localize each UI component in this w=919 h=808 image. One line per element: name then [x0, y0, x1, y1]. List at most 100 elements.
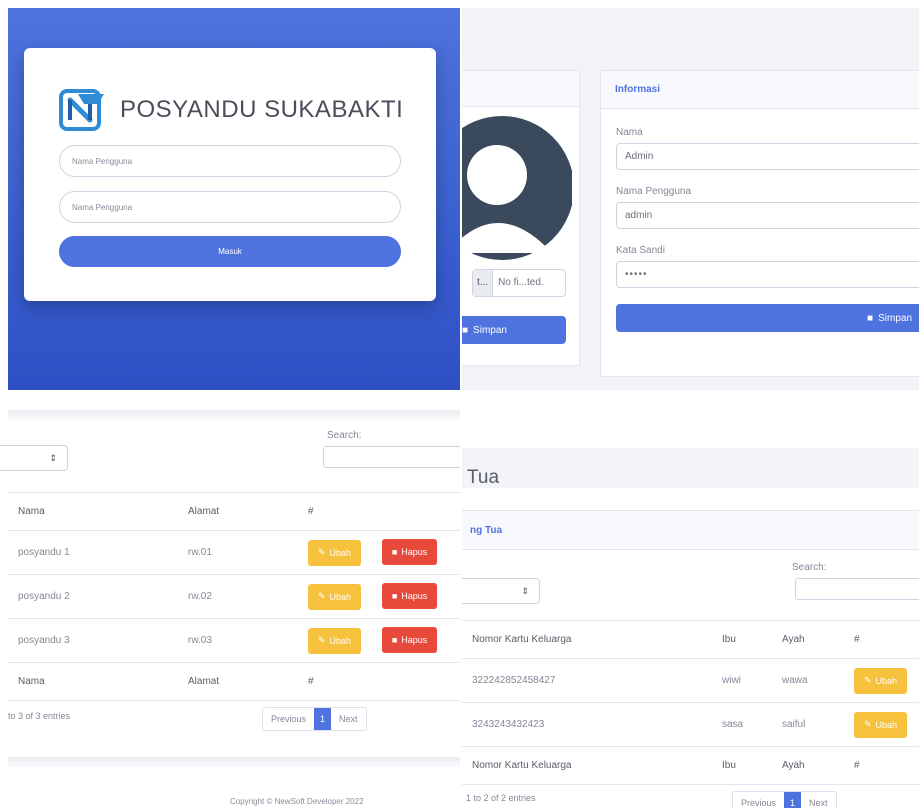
pager-previous[interactable]: Previous [263, 708, 314, 730]
pagination: Previous 1 Next [262, 707, 367, 731]
pager-next[interactable]: Next [801, 792, 836, 808]
avatar-save-button[interactable]: ■ Simpan [462, 316, 566, 344]
save-icon: ■ [462, 324, 469, 336]
cell-actions: ✎ Ubah [844, 658, 919, 703]
username-field[interactable]: admin [616, 202, 919, 229]
avatar-save-label: Simpan [473, 324, 507, 336]
table-row: 3243243432423 sasa saiful ✎ Ubah [462, 702, 919, 747]
search-input[interactable] [323, 446, 460, 468]
edit-button[interactable]: ✎ Ubah [854, 667, 908, 694]
entries-info: 1 to 2 of 2 entries [466, 793, 536, 803]
save-icon: ■ [867, 312, 874, 324]
pager-previous[interactable]: Previous [733, 792, 784, 808]
column-footer: Alamat [178, 662, 298, 701]
cell-actions: ✎ Ubah ■ Hapus [298, 618, 460, 663]
edit-label: Ubah [875, 675, 898, 686]
info-save-button[interactable]: ■ Simpan [616, 304, 919, 332]
search-label: Search: [327, 430, 362, 441]
edit-button[interactable]: ✎ Ubah [854, 711, 908, 738]
password-field[interactable]: ••••• [616, 261, 919, 288]
file-picker[interactable]: t... No fi...ted. [472, 269, 566, 297]
profile-panel: t... No fi...ted. ■ Simpan Informasi Nam… [462, 8, 919, 390]
password-input[interactable] [59, 191, 401, 223]
page-heading-bar [462, 448, 919, 488]
delete-button[interactable]: ■ Hapus [381, 583, 438, 610]
edit-label: Ubah [329, 547, 352, 558]
column-footer: # [844, 746, 919, 785]
pager-next[interactable]: Next [331, 708, 366, 730]
table-row: posyandu 2 rw.02 ✎ Ubah ■ Hapus [8, 574, 460, 619]
column-footer: Nomor Kartu Keluarga [462, 746, 712, 785]
column-header: # [298, 492, 460, 531]
username-label: Nama Pengguna [616, 186, 692, 197]
column-header: # [844, 620, 919, 659]
delete-button[interactable]: ■ Hapus [381, 627, 438, 654]
delete-label: Hapus [401, 635, 428, 646]
table-header-row: Nomor Kartu Keluarga Ibu Ayah # [462, 620, 919, 659]
column-footer: Ibu [712, 746, 772, 785]
search-input[interactable] [795, 578, 919, 600]
select-arrows-icon: ⇕ [49, 452, 57, 463]
file-name-label: No fi...ted. [498, 277, 544, 288]
trash-icon: ■ [391, 547, 398, 558]
column-header[interactable]: Ibu [712, 620, 772, 659]
cell-kk: 322242852458427 [462, 658, 712, 703]
top-divider [8, 410, 460, 420]
ortu-table-panel: Tua ng Tua ⇕ Search: Nomor Kartu Keluarg… [462, 400, 919, 808]
cell-ayah: saiful [772, 702, 844, 747]
column-header[interactable]: Nama [8, 492, 178, 531]
table-footer-row: Nomor Kartu Keluarga Ibu Ayah # [462, 746, 919, 785]
delete-button[interactable]: ■ Hapus [381, 539, 438, 566]
delete-label: Hapus [401, 591, 428, 602]
edit-button[interactable]: ✎ Ubah [308, 539, 362, 566]
edit-label: Ubah [875, 719, 898, 730]
column-header[interactable]: Nomor Kartu Keluarga [462, 620, 712, 659]
table-footer-row: Nama Alamat # [8, 662, 460, 701]
username-input[interactable] [59, 145, 401, 177]
brand-title: POSYANDU SUKABAKTI [120, 96, 404, 123]
cell-actions: ✎ Ubah [844, 702, 919, 747]
column-header[interactable]: Ayah [772, 620, 844, 659]
cell-kk: 3243243432423 [462, 702, 712, 747]
login-card: POSYANDU SUKABAKTI Masuk [24, 48, 436, 301]
column-footer: Ayah [772, 746, 844, 785]
entries-length-select[interactable]: ⇕ [0, 445, 68, 471]
entries-length-select[interactable]: ⇕ [462, 578, 540, 604]
cell-alamat: rw.02 [178, 574, 298, 619]
posyandu-table: Nama Alamat # posyandu 1 rw.01 ✎ Ubah ■ Ha… [8, 492, 460, 701]
cell-ayah: wawa [772, 658, 844, 703]
cell-ibu: wiwi [712, 658, 772, 703]
name-input[interactable]: Admin [616, 143, 919, 170]
column-header[interactable]: Alamat [178, 492, 298, 531]
edit-button[interactable]: ✎ Ubah [308, 583, 362, 610]
avatar-card-header [462, 71, 579, 107]
card-title: ng Tua [462, 510, 919, 550]
ortu-table: Nomor Kartu Keluarga Ibu Ayah # 32224285… [462, 620, 919, 785]
pager-page-1[interactable]: 1 [314, 708, 332, 730]
edit-button[interactable]: ✎ Ubah [308, 627, 362, 654]
login-button[interactable]: Masuk [59, 236, 401, 267]
pagination: Previous 1 Next [732, 791, 837, 808]
pager-page-1[interactable]: 1 [784, 792, 802, 808]
login-panel: POSYANDU SUKABAKTI Masuk [8, 8, 460, 390]
entries-info: to 3 of 3 entries [8, 711, 71, 721]
cell-alamat: rw.01 [178, 530, 298, 575]
info-save-label: Simpan [878, 312, 912, 324]
avatar-card: t... No fi...ted. ■ Simpan [462, 70, 580, 366]
select-arrows-icon: ⇕ [521, 585, 529, 596]
file-choose-button[interactable]: t... [473, 270, 494, 296]
copyright: Copyright © NewSoft Developer 2022 [230, 797, 364, 806]
cell-alamat: rw.03 [178, 618, 298, 663]
edit-icon: ✎ [864, 675, 872, 685]
edit-label: Ubah [329, 635, 352, 646]
edit-label: Ubah [329, 591, 352, 602]
table-row: 322242852458427 wiwi wawa ✎ Ubah [462, 658, 919, 703]
trash-icon: ■ [391, 591, 398, 602]
table-row: posyandu 3 rw.03 ✎ Ubah ■ Hapus [8, 618, 460, 663]
search-label: Search: [792, 562, 827, 573]
posyandu-table-panel: ⇕ Search: Nama Alamat # posyandu 1 rw.01… [0, 400, 460, 808]
edit-icon: ✎ [864, 719, 872, 729]
edit-icon: ✎ [318, 547, 326, 558]
name-label: Nama [616, 127, 643, 138]
info-card-title: Informasi [601, 71, 919, 109]
